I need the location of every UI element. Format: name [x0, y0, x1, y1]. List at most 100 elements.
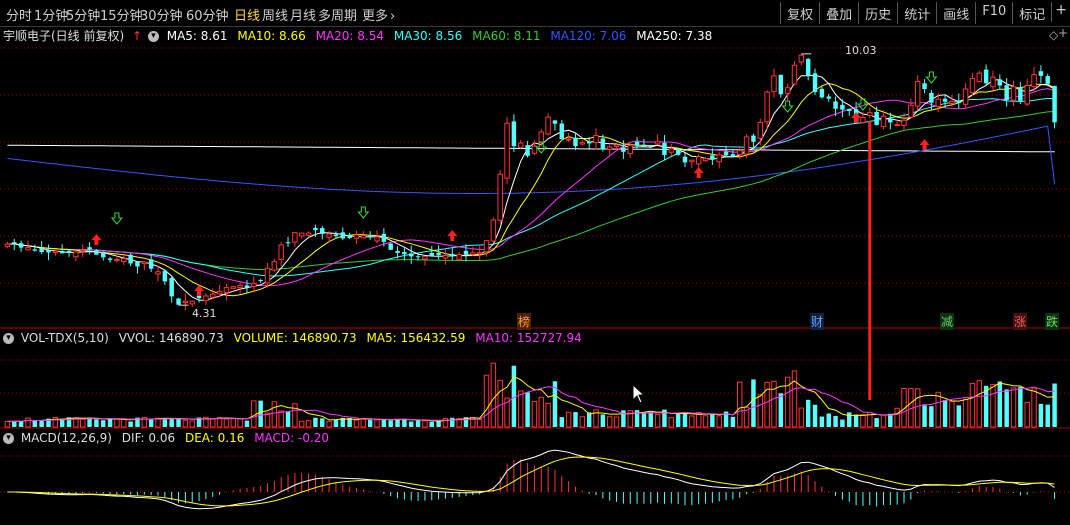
event-marker-reduce[interactable]: 减: [940, 313, 955, 330]
candle-body: [935, 98, 941, 107]
candlestick-chart[interactable]: [0, 0, 1070, 525]
candle-body: [894, 124, 900, 127]
macd-legend: ▾ MACD(12,26,9) DIF: 0.06 DEA: 0.16 MACD…: [3, 431, 335, 445]
volume-bar: [874, 418, 879, 427]
stock-title[interactable]: 宇顺电子(日线 前复权): [3, 29, 124, 43]
candle-body: [922, 83, 927, 90]
buy-arrow-icon: [851, 112, 862, 123]
candle-body: [518, 142, 524, 148]
event-marker-rank[interactable]: 榜: [517, 313, 532, 330]
volume-bar: [1004, 389, 1009, 427]
candle-body: [422, 255, 428, 260]
candle-body: [771, 75, 777, 93]
ma120-label: MA120: 7.06: [550, 29, 627, 43]
candle-body: [203, 295, 209, 302]
candle-body: [305, 232, 312, 236]
volume-legend: ▾ VOL-TDX(5,10) VVOL: 146890.73 VOLUME: …: [3, 331, 588, 345]
candle-body: [997, 79, 1003, 86]
volume-bar: [880, 414, 887, 428]
event-marker-rise[interactable]: 涨: [1013, 313, 1028, 330]
volume-bar: [326, 420, 332, 428]
volume-bar: [148, 418, 154, 427]
volume-bar: [210, 418, 216, 428]
candle-body: [196, 295, 202, 299]
sell-arrow-icon: [357, 206, 370, 219]
candles: [4, 53, 1057, 311]
volume-bar: [559, 417, 565, 427]
volume-bar: [333, 419, 339, 427]
low-price-label: 4.31: [192, 307, 217, 320]
candle-body: [621, 147, 626, 152]
candle-body: [901, 119, 907, 127]
candle-body: [176, 298, 181, 305]
volume-bar: [888, 413, 893, 427]
candle-body: [737, 150, 743, 156]
candle-body: [476, 251, 483, 255]
candle-body: [757, 121, 764, 139]
candle-body: [682, 156, 688, 163]
volume-bar: [169, 418, 174, 427]
candle-body: [107, 258, 113, 260]
volume-bar: [716, 415, 722, 428]
ma5-label: MA5: 8.61: [166, 29, 228, 43]
ma250-label: MA250: 7.38: [636, 29, 713, 43]
candle-body: [552, 120, 558, 124]
vol-indicator-name[interactable]: VOL-TDX(5,10): [21, 331, 109, 345]
candle-body: [264, 267, 271, 284]
volume-bar: [4, 420, 11, 428]
expand-icon[interactable]: +: [1058, 26, 1068, 40]
volume-bar: [223, 418, 230, 428]
volume-bar: [374, 419, 380, 428]
candle-body: [73, 251, 79, 258]
dropdown-icon[interactable]: ▾: [147, 31, 159, 42]
event-marker-finance[interactable]: 财: [810, 313, 825, 330]
macd-indicator-name[interactable]: MACD(12,26,9): [21, 431, 112, 445]
volume-bar: [320, 418, 325, 427]
candle-body: [908, 104, 914, 118]
dropdown-icon[interactable]: ▾: [3, 333, 14, 344]
volume-bar: [25, 417, 31, 428]
candle-body: [627, 144, 633, 155]
volume-bar: [388, 420, 393, 427]
volume-bar: [531, 400, 538, 428]
candle-body: [450, 253, 455, 256]
candle-body: [374, 236, 380, 242]
candle-body: [784, 87, 791, 94]
event-marker-fall[interactable]: 跌: [1045, 313, 1060, 330]
volume-bar: [710, 413, 715, 427]
candle-body: [593, 135, 599, 144]
candle-body: [751, 135, 756, 142]
diamond-icon[interactable]: ◇: [1049, 28, 1058, 42]
volume-bar: [737, 381, 743, 428]
buy-arrow-icon: [693, 167, 704, 178]
volume-bar: [606, 416, 613, 428]
candle-body: [442, 255, 449, 259]
candle-body: [388, 243, 393, 250]
ma120-line: [7, 125, 1056, 194]
volume-bar: [819, 416, 825, 427]
dropdown-icon[interactable]: ▾: [3, 433, 14, 444]
candle-body: [94, 250, 99, 255]
candle-body: [702, 157, 709, 162]
volume-bar: [305, 420, 312, 428]
candle-body: [313, 227, 318, 231]
candle-body: [456, 254, 462, 260]
volume-bar: [778, 393, 784, 427]
candle-body: [39, 248, 44, 253]
volume-bar: [805, 399, 811, 427]
candle-body: [4, 243, 11, 248]
volume-bar: [1010, 387, 1017, 428]
candle-body: [929, 92, 934, 103]
candle-body: [409, 253, 414, 257]
up-arrow-icon: ↑: [132, 29, 143, 43]
candle-body: [347, 235, 352, 238]
volume-bar: [641, 413, 647, 427]
volume-bar: [114, 418, 120, 428]
candle-body: [278, 244, 284, 260]
volume-bar: [381, 419, 387, 427]
candle-body: [101, 251, 106, 258]
volume-bar: [791, 370, 798, 428]
candle-body: [764, 91, 770, 123]
candle-body: [429, 252, 434, 257]
candle-body: [162, 270, 168, 282]
